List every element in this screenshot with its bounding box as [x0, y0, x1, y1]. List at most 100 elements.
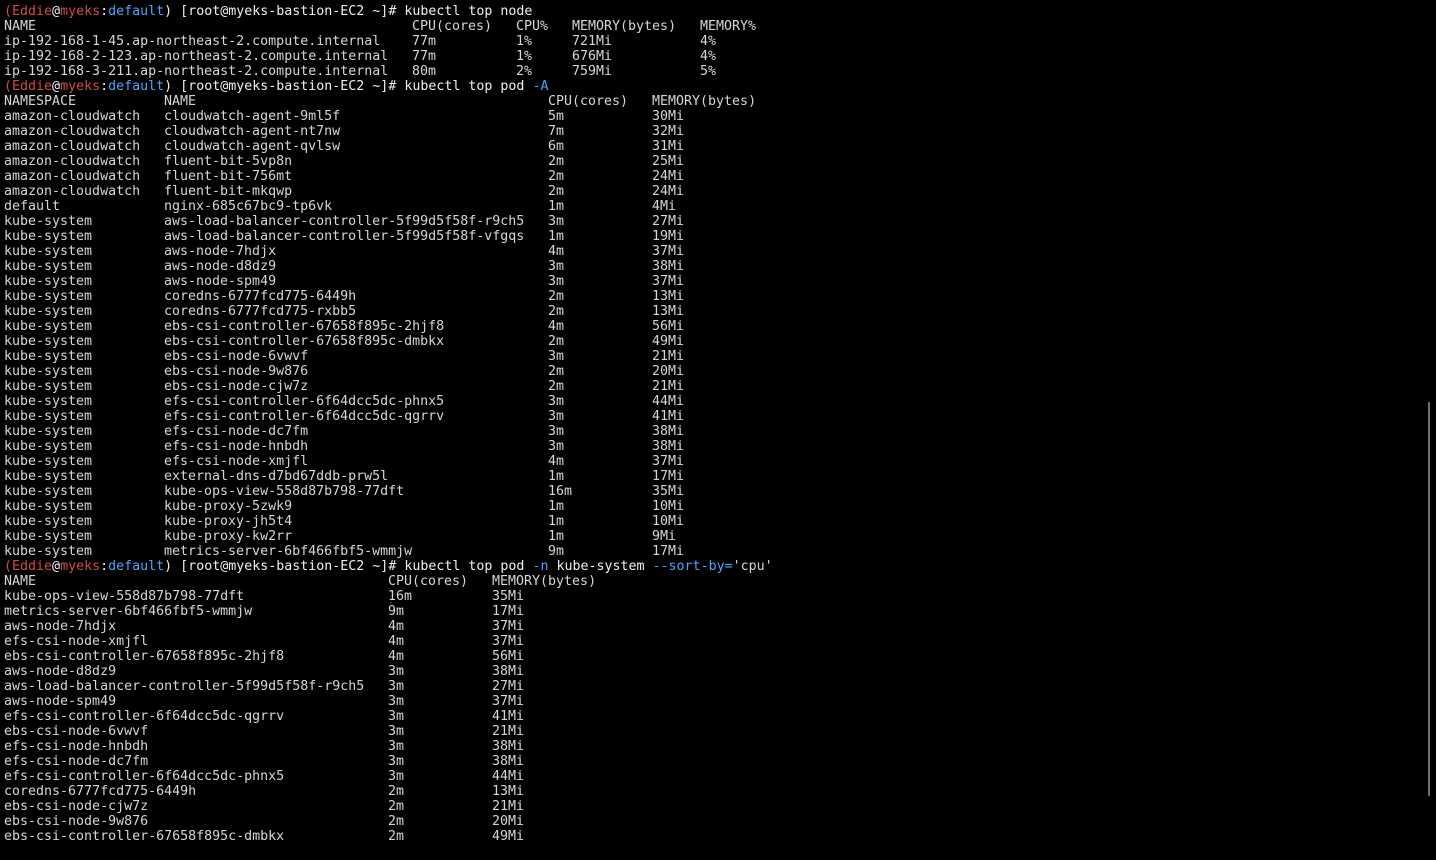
table-header: NAME CPU(cores) CPU% MEMORY(bytes) MEMORY% — [4, 19, 1414, 34]
cell: NAMESPACE — [4, 94, 77, 109]
cell: 37Mi — [492, 694, 525, 709]
table-row: efs-csi-node-dc7fm 3m 38Mi — [4, 754, 1414, 769]
table-row: aws-load-balancer-controller-5f99d5f58f-… — [4, 679, 1414, 694]
cell: 13Mi — [652, 304, 685, 319]
cell: default — [4, 199, 61, 214]
cell: metrics-server-6bf466fbf5-wmmjw — [4, 604, 253, 619]
cell: 3m — [388, 724, 405, 739]
cell: 2m — [548, 154, 565, 169]
cell: 13Mi — [492, 784, 525, 799]
cell: efs-csi-controller-6f64dcc5dc-qgrrv — [164, 409, 445, 424]
cell: 1% — [516, 34, 533, 49]
cell: 38Mi — [492, 739, 525, 754]
cell: 3m — [388, 754, 405, 769]
table-row: kube-system aws-node-d8dz9 3m 38Mi — [4, 259, 1414, 274]
table-row: amazon-cloudwatch cloudwatch-agent-qvlsw 6… — [4, 139, 1414, 154]
cell: 17Mi — [492, 604, 525, 619]
cell: kube-proxy-5zwk9 — [164, 499, 293, 514]
cell: aws-node-d8dz9 — [164, 259, 277, 274]
cell: 16m — [548, 484, 573, 499]
cell: 676Mi — [572, 49, 613, 64]
table-row: kube-system ebs-csi-node-cjw7z 2m 21Mi — [4, 379, 1414, 394]
table-row: kube-system aws-load-balancer-controller-… — [4, 214, 1414, 229]
cell: 1m — [548, 529, 565, 544]
table-row: ebs-csi-controller-67658f895c-dmbkx 2m 49M… — [4, 829, 1414, 844]
table-row: ebs-csi-node-cjw7z 2m 21Mi — [4, 799, 1414, 814]
cell: 3m — [388, 739, 405, 754]
cell: 38Mi — [652, 259, 685, 274]
cell: 3m — [388, 694, 405, 709]
table-row: amazon-cloudwatch fluent-bit-5vp8n 2m 25Mi — [4, 154, 1414, 169]
cell: efs-csi-controller-6f64dcc5dc-phnx5 — [164, 394, 445, 409]
table-header: NAME CPU(cores) MEMORY(bytes) — [4, 574, 1414, 589]
prompt-context: default — [108, 79, 165, 94]
cell: 38Mi — [492, 664, 525, 679]
prompt-line: (Eddie@myeks:default) [root@myeks-bastio… — [4, 79, 1414, 94]
cell: 20Mi — [492, 814, 525, 829]
cell: 10Mi — [652, 514, 685, 529]
cell: ip-192-168-1-45.ap-northeast-2.compute.i… — [4, 34, 381, 49]
table-row: kube-system external-dns-d7bd67ddb-prw5l 1… — [4, 469, 1414, 484]
table-row: kube-system aws-load-balancer-controller-… — [4, 229, 1414, 244]
cell: 7m — [548, 124, 565, 139]
cell: efs-csi-controller-6f64dcc5dc-phnx5 — [4, 769, 285, 784]
cell: kube-system — [4, 544, 93, 559]
cell: 31Mi — [652, 139, 685, 154]
cell: 38Mi — [652, 424, 685, 439]
table-row: kube-system ebs-csi-controller-67658f895c… — [4, 319, 1414, 334]
scrollbar-track[interactable] — [1420, 0, 1436, 860]
cell: ebs-csi-controller-67658f895c-2hjf8 — [4, 649, 285, 664]
terminal-output[interactable]: (Eddie@myeks:default) [root@myeks-bastio… — [4, 4, 1414, 844]
scrollbar-thumb[interactable] — [1428, 402, 1430, 796]
table-row: kube-system metrics-server-6bf466fbf5-wmm… — [4, 544, 1414, 559]
cell: 4% — [700, 34, 717, 49]
cell: 44Mi — [652, 394, 685, 409]
prompt-shell: [root@myeks-bastion-EC2 ~]# — [172, 4, 405, 19]
cell: kube-system — [4, 499, 93, 514]
cell: 56Mi — [492, 649, 525, 664]
cell: 3m — [548, 424, 565, 439]
table-row: kube-system kube-proxy-kw2rr 1m 9Mi — [4, 529, 1414, 544]
cell: 20Mi — [652, 364, 685, 379]
prompt-paren: ) — [164, 4, 173, 19]
cell: 2m — [548, 334, 565, 349]
prompt-user: Eddie — [12, 79, 53, 94]
cell: CPU(cores) — [548, 94, 629, 109]
cell: kube-system — [4, 229, 93, 244]
prompt-line: (Eddie@myeks:default) [root@myeks-bastio… — [4, 559, 1414, 574]
cell: 21Mi — [652, 379, 685, 394]
table-row: ip-192-168-2-123.ap-northeast-2.compute.… — [4, 49, 1414, 64]
table-row: kube-system kube-proxy-5zwk9 1m 10Mi — [4, 499, 1414, 514]
table-header: NAMESPACE NAME CPU(cores) MEMORY(bytes) — [4, 94, 1414, 109]
cell: fluent-bit-756mt — [164, 169, 293, 184]
cell: kube-system — [4, 334, 93, 349]
cell: 759Mi — [572, 64, 613, 79]
table-row: kube-system aws-node-7hdjx 4m 37Mi — [4, 244, 1414, 259]
prompt-paren: ( — [4, 559, 13, 574]
cell: amazon-cloudwatch — [4, 139, 141, 154]
cell: kube-system — [4, 424, 93, 439]
prompt-colon: : — [100, 559, 109, 574]
cell: amazon-cloudwatch — [4, 109, 141, 124]
cell: 5% — [700, 64, 717, 79]
cell: 19Mi — [652, 229, 685, 244]
command: kube-system — [548, 559, 653, 574]
cell: 3m — [388, 769, 405, 784]
cell: NAME — [164, 94, 197, 109]
cell: external-dns-d7bd67ddb-prw5l — [164, 469, 389, 484]
cell: kube-proxy-kw2rr — [164, 529, 293, 544]
cell: kube-system — [4, 439, 93, 454]
cell: ebs-csi-node-6vwvf — [4, 724, 149, 739]
table-row: kube-system efs-csi-controller-6f64dcc5dc… — [4, 394, 1414, 409]
cell: kube-system — [4, 244, 93, 259]
cell: 49Mi — [652, 334, 685, 349]
cell: ebs-csi-node-cjw7z — [4, 799, 149, 814]
cell: 56Mi — [652, 319, 685, 334]
cell: 35Mi — [652, 484, 685, 499]
cell: efs-csi-node-dc7fm — [4, 754, 149, 769]
cell: nginx-685c67bc9-tp6vk — [164, 199, 333, 214]
prompt-paren: ) — [164, 559, 173, 574]
table-row: amazon-cloudwatch fluent-bit-mkqwp 2m 24Mi — [4, 184, 1414, 199]
command: kubectl top pod — [404, 559, 533, 574]
cell: 4m — [548, 454, 565, 469]
